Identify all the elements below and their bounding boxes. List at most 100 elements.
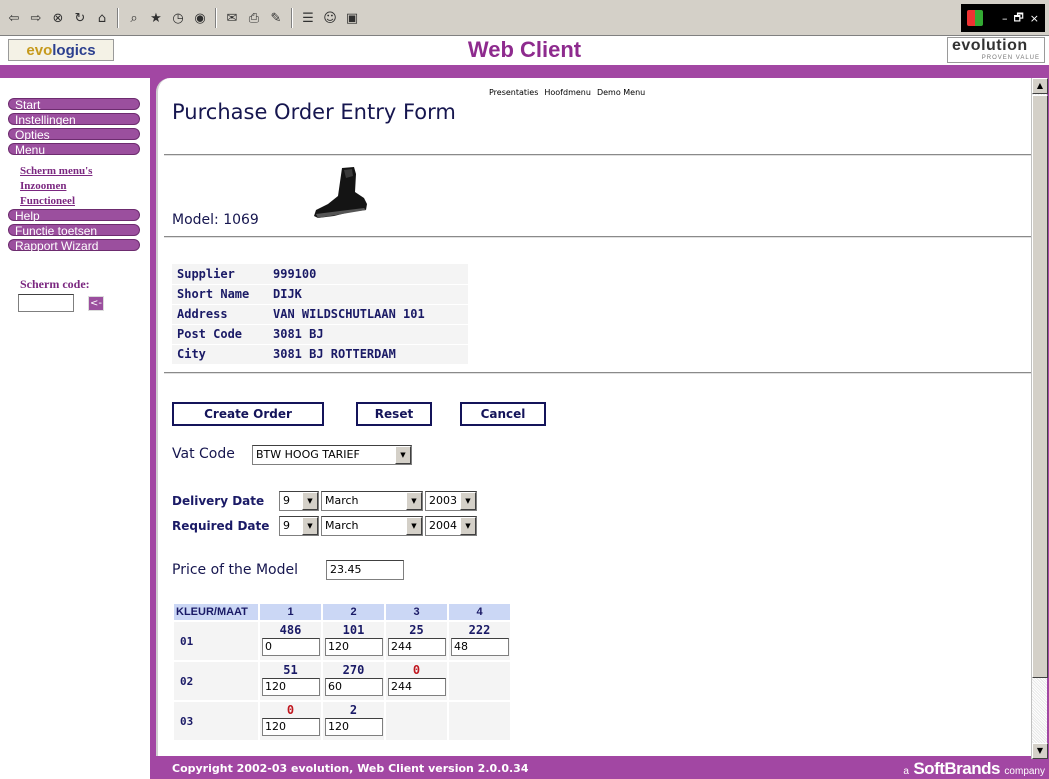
required-day-select[interactable]: 9 ▼ [279, 516, 319, 536]
toolbar-separator [117, 8, 119, 28]
stock-value: 0 [412, 663, 421, 677]
address-label: Address [172, 304, 268, 325]
scherm-code-go-button[interactable]: <- [88, 296, 104, 311]
forward-arrow-icon[interactable]: ⇨ [26, 7, 46, 29]
delivery-date-label: Delivery Date [172, 494, 265, 508]
vertical-scrollbar[interactable]: ▲ ▼ [1031, 78, 1048, 759]
fullscreen-icon[interactable]: ▣ [342, 7, 362, 29]
sidebar-link-inzoomen[interactable]: Inzoomen [20, 181, 66, 192]
link-hoofdmenu[interactable]: Hoofdmenu [544, 88, 591, 97]
sidebar-link-functioneel[interactable]: Functioneel [20, 196, 75, 207]
shoe-image [314, 167, 367, 218]
vat-code-select[interactable]: BTW HOOG TARIEF ▼ [252, 445, 412, 465]
home-icon[interactable]: ⌂ [92, 7, 112, 29]
matrix-cell: 101 120 [323, 622, 384, 660]
size-header: 2 [323, 604, 384, 620]
stock-value: 222 [468, 623, 491, 637]
sidebar-item-start[interactable]: Start [8, 98, 140, 111]
chevron-down-icon[interactable]: ▼ [406, 517, 422, 535]
quantity-input[interactable]: 244 [388, 678, 446, 696]
delivery-year-select[interactable]: 2003 ▼ [425, 491, 477, 511]
supplier-label: Supplier [172, 264, 268, 285]
scherm-code-label: Scherm code: [20, 277, 90, 291]
app-header: evo logics Web Client evolution PROVEN VA… [0, 37, 1049, 65]
link-presentaties[interactable]: Presentaties [489, 88, 538, 97]
chevron-down-icon[interactable]: ▼ [302, 517, 318, 535]
scroll-up-icon[interactable]: ▲ [1032, 78, 1048, 94]
minimize-icon[interactable]: – [1002, 12, 1008, 25]
print-icon[interactable]: ⎙ [244, 7, 264, 29]
sidebar-item-opties[interactable]: Opties [8, 128, 140, 141]
mail-icon[interactable]: ✉ [222, 7, 242, 29]
edit-icon[interactable]: ✎ [266, 7, 286, 29]
matrix-cell: 222 48 [449, 622, 510, 660]
required-year-select[interactable]: 2004 ▼ [425, 516, 477, 536]
quantity-input[interactable]: 120 [325, 718, 383, 736]
table-row: City 3081 BJ ROTTERDAM [172, 344, 468, 365]
toolbar-separator [215, 8, 217, 28]
quantity-input[interactable]: 60 [325, 678, 383, 696]
table-row: Address VAN WILDSCHUTLAAN 101 [172, 304, 468, 325]
restore-icon[interactable]: 🗗 [1013, 9, 1023, 28]
supplier-table: Supplier 999100 Short Name DIJK Address … [172, 264, 468, 365]
reset-button[interactable]: Reset [356, 402, 432, 426]
quantity-input[interactable]: 0 [262, 638, 320, 656]
short-name-label: Short Name [172, 284, 268, 305]
stop-icon[interactable]: ⊗ [48, 7, 68, 29]
favorites-icon[interactable]: ★ [146, 7, 166, 29]
sidebar-item-functie-toetsen[interactable]: Functie toetsen [8, 224, 140, 237]
quantity-input[interactable]: 120 [262, 678, 320, 696]
matrix-corner-label: KLEUR/MAAT [174, 604, 258, 620]
price-input[interactable]: 23.45 [326, 560, 404, 580]
create-order-button[interactable]: Create Order [172, 402, 324, 426]
sidebar-item-help[interactable]: Help [8, 209, 140, 222]
chevron-down-icon[interactable]: ▼ [395, 446, 411, 464]
history-icon[interactable]: ◷ [168, 7, 188, 29]
close-icon[interactable]: × [1030, 12, 1039, 25]
cancel-button[interactable]: Cancel [460, 402, 546, 426]
sidebar-item-rapport-wizard[interactable]: Rapport Wizard [8, 239, 140, 252]
quantity-input[interactable]: 244 [388, 638, 446, 656]
search-icon[interactable]: ⌕ [124, 7, 144, 29]
table-row: Short Name DIJK [172, 284, 468, 305]
copyright-text: Copyright 2002-03 evolution, Web Client … [172, 762, 529, 775]
scherm-code-input[interactable] [18, 294, 74, 312]
stock-value: 51 [283, 663, 298, 677]
color-code-label: 03 [174, 702, 258, 740]
table-row: Supplier 999100 [172, 264, 468, 285]
matrix-cell: 486 0 [260, 622, 321, 660]
scroll-down-icon[interactable]: ▼ [1032, 743, 1048, 759]
sidebar-item-menu[interactable]: Menu [8, 143, 140, 156]
matrix-cell [386, 702, 447, 740]
back-arrow-icon[interactable]: ⇦ [4, 7, 24, 29]
sidebar-link-scherm-menus[interactable]: Scherm menu's [20, 166, 92, 177]
messenger-icon[interactable]: ☺ [320, 7, 340, 29]
page-title: Purchase Order Entry Form [172, 100, 456, 124]
quantity-input[interactable]: 120 [262, 718, 320, 736]
chevron-down-icon[interactable]: ▼ [302, 492, 318, 510]
delivery-month-select[interactable]: March ▼ [321, 491, 423, 511]
city-value: 3081 BJ ROTTERDAM [268, 344, 468, 365]
footer: Copyright 2002-03 evolution, Web Client … [150, 759, 1049, 779]
required-month-select[interactable]: March ▼ [321, 516, 423, 536]
stock-value: 2 [349, 703, 358, 717]
content-area: Presentaties Hoofdmenu Demo Menu Purchas… [156, 78, 1032, 756]
toolbar-buttons: ⇦ ⇨ ⊗ ↻ ⌂ ⌕ ★ ◷ ◉ ✉ ⎙ ✎ ☰ ☺ ▣ [4, 4, 362, 32]
chevron-down-icon[interactable]: ▼ [406, 492, 422, 510]
scrollbar-thumb[interactable] [1032, 95, 1048, 678]
quantity-input[interactable]: 48 [451, 638, 509, 656]
required-day-value: 9 [283, 519, 290, 532]
quantity-input[interactable]: 120 [325, 638, 383, 656]
chevron-down-icon[interactable]: ▼ [460, 492, 476, 510]
media-icon[interactable]: ◉ [190, 7, 210, 29]
chevron-down-icon[interactable]: ▼ [460, 517, 476, 535]
browser-window: ⇦ ⇨ ⊗ ↻ ⌂ ⌕ ★ ◷ ◉ ✉ ⎙ ✎ ☰ ☺ ▣ – 🗗 × evo … [0, 0, 1049, 779]
stock-value: 25 [409, 623, 424, 637]
refresh-icon[interactable]: ↻ [70, 7, 90, 29]
sidebar-item-instellingen[interactable]: Instellingen [8, 113, 140, 126]
sidebar: Start Instellingen Opties Menu Scherm me… [0, 78, 150, 779]
evolution-logo: evolution PROVEN VALUE [947, 37, 1045, 63]
discuss-icon[interactable]: ☰ [298, 7, 318, 29]
delivery-day-select[interactable]: 9 ▼ [279, 491, 319, 511]
link-demo-menu[interactable]: Demo Menu [597, 88, 645, 97]
